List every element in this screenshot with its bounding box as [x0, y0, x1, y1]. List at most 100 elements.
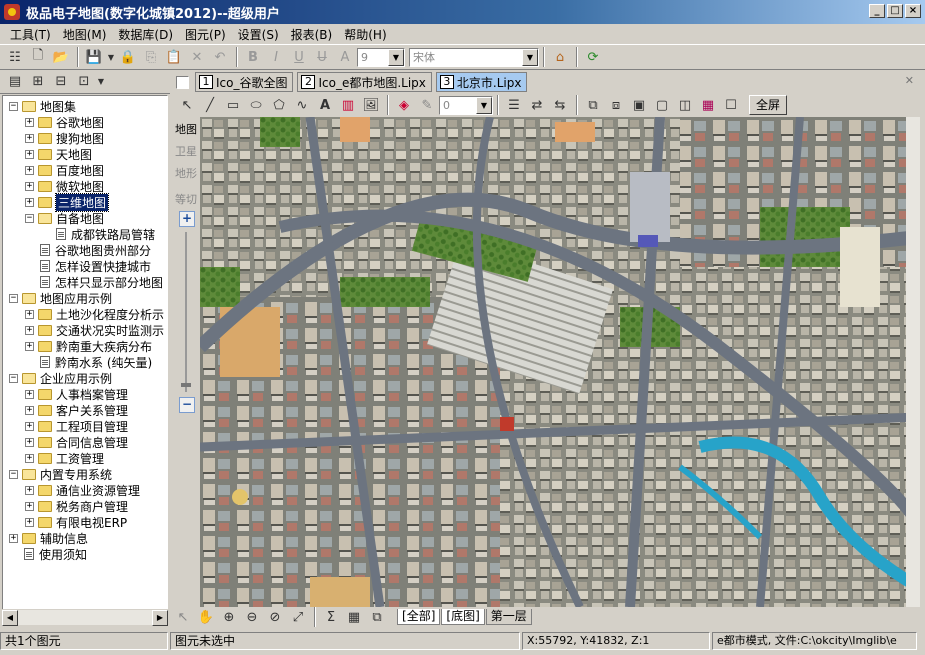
scroll-right-icon[interactable]: ▶ — [152, 610, 168, 626]
zoom-out-icon[interactable]: − — [179, 397, 195, 413]
chevron-down-icon[interactable]: ▼ — [522, 48, 538, 66]
tree-node[interactable]: + 通信业资源管理 — [25, 482, 140, 498]
tree-node[interactable]: + 辅助信息 — [9, 530, 88, 546]
expand-icon[interactable]: + — [25, 133, 34, 143]
sheet-tab-all[interactable]: [全部] — [397, 609, 441, 625]
expand-icon[interactable]: + — [25, 325, 34, 335]
ellipse-tool-icon[interactable]: ⬭ — [245, 94, 267, 116]
strikethrough-icon[interactable]: U — [311, 46, 333, 68]
side-tab-contour[interactable]: 等切 — [174, 191, 198, 207]
close-button[interactable]: × — [905, 4, 921, 18]
expand-icon[interactable]: + — [25, 421, 34, 431]
expand-icon[interactable]: + — [25, 149, 34, 159]
select-arrow-icon[interactable]: ↖ — [172, 606, 194, 628]
tree-horizontal-scrollbar[interactable]: ◀ ▶ — [2, 609, 168, 626]
tree-node[interactable]: 成都铁路局管辖 — [41, 226, 155, 242]
collapse-icon[interactable]: − — [25, 213, 34, 223]
expand-icon[interactable]: + — [25, 341, 34, 351]
tab-ecity-map[interactable]: 2 Ico_e都市地图.Lipx — [297, 72, 432, 92]
underline-icon[interactable]: U — [288, 46, 310, 68]
expand-icon[interactable]: + — [25, 117, 34, 127]
font-name-select[interactable]: 宋体 ▼ — [409, 47, 539, 67]
checkbox-icon[interactable]: ☐ — [720, 94, 742, 116]
tab-checkbox[interactable] — [176, 75, 189, 89]
expand-icon[interactable]: + — [25, 405, 34, 415]
chevron-down-icon[interactable]: ▼ — [388, 48, 404, 66]
open-folder-icon[interactable]: 📂 — [50, 46, 72, 68]
zoom-extent-icon[interactable]: ⊘ — [264, 606, 286, 628]
save-icon[interactable]: 💾 — [83, 46, 105, 68]
expand-icon[interactable]: + — [25, 437, 34, 447]
menu-report[interactable]: 报表(B) — [285, 26, 339, 43]
tree-node[interactable]: − 自备地图 — [25, 210, 104, 226]
tree-node[interactable]: − 地图应用示例 — [9, 290, 112, 306]
tree-node[interactable]: + 谷歌地图 — [25, 114, 104, 130]
home-icon[interactable]: ⌂ — [549, 46, 571, 68]
tree-node[interactable]: 怎样只显示部分地图 — [25, 274, 163, 290]
tree-node[interactable]: 黔南水系 (纯矢量) — [25, 354, 152, 370]
tree-node[interactable]: + 搜狗地图 — [25, 130, 104, 146]
dropdown-arrow-icon[interactable]: ▼ — [96, 71, 106, 93]
tree-node[interactable]: + 黔南重大疾病分布 — [25, 338, 152, 354]
tree-node[interactable]: 谷歌地图贵州部分 — [25, 242, 151, 258]
palette-icon[interactable]: ▦ — [697, 94, 719, 116]
tab-google-map[interactable]: 1 Ico_谷歌全图 — [195, 72, 294, 92]
collapse-icon[interactable]: − — [9, 101, 18, 111]
align-icon[interactable]: ⇄ — [526, 94, 548, 116]
tree-node[interactable]: + 客户关系管理 — [25, 402, 128, 418]
menu-element[interactable]: 图元(P) — [179, 26, 232, 43]
side-tab-satellite[interactable]: 卫星 — [174, 143, 198, 159]
zoom-in-tool-icon[interactable]: ⊕ — [218, 606, 240, 628]
delete-icon[interactable]: ✕ — [186, 46, 208, 68]
chevron-down-icon[interactable]: ▼ — [476, 96, 492, 114]
sheet-tab-layer1[interactable]: 第一层 — [485, 609, 532, 625]
tree-options-icon[interactable]: ⊡ — [73, 71, 95, 93]
statistics-icon[interactable]: ▦ — [343, 606, 365, 628]
image-tool-icon[interactable]: 🖼 — [360, 94, 382, 116]
expand-tree-icon[interactable]: ⊞ — [27, 71, 49, 93]
chart-tool-icon[interactable]: ▥ — [337, 94, 359, 116]
dropdown-arrow-icon[interactable]: ▼ — [106, 46, 116, 68]
windows-icon[interactable]: ⧉ — [366, 606, 388, 628]
tree-node[interactable]: + 税务商户管理 — [25, 498, 128, 514]
tree-node[interactable]: + 土地沙化程度分析示 — [25, 306, 164, 322]
expand-icon[interactable]: + — [25, 309, 34, 319]
layer-icon[interactable]: ▤ — [4, 71, 26, 93]
fill-color-icon[interactable]: ◈ — [393, 94, 415, 116]
tree-node[interactable]: − 地图集 — [9, 98, 76, 114]
expand-icon[interactable]: + — [25, 501, 34, 511]
tree-node[interactable]: + 工资管理 — [25, 450, 104, 466]
pen-color-icon[interactable]: ✎ — [416, 94, 438, 116]
menu-help[interactable]: 帮助(H) — [338, 26, 392, 43]
refresh-icon[interactable]: ⟳ — [582, 46, 604, 68]
expand-icon[interactable]: + — [25, 389, 34, 399]
zoom-track[interactable] — [185, 232, 187, 392]
pointer-icon[interactable]: ↖ — [176, 94, 198, 116]
sheet-tab-base[interactable]: [底图] — [441, 609, 485, 625]
side-tab-map[interactable]: 地图 — [174, 121, 198, 137]
line-tool-icon[interactable]: ╱ — [199, 94, 221, 116]
menu-settings[interactable]: 设置(S) — [232, 26, 285, 43]
line-style-icon[interactable]: ☰ — [503, 94, 525, 116]
collapse-icon[interactable]: − — [9, 469, 18, 479]
pan-hand-icon[interactable]: ✋ — [195, 606, 217, 628]
tree-node[interactable]: 怎样设置快捷城市 — [25, 258, 151, 274]
map-vertical-scrollbar[interactable] — [906, 117, 920, 607]
close-tab-icon[interactable]: ✕ — [905, 74, 914, 87]
copy-icon[interactable]: ⎘ — [140, 46, 162, 68]
send-back-icon[interactable]: ▢ — [651, 94, 673, 116]
layer-down-icon[interactable]: ⧈ — [605, 94, 627, 116]
zoom-out-tool-icon[interactable]: ⊖ — [241, 606, 263, 628]
expand-icon[interactable]: + — [9, 533, 18, 543]
tree-view-icon[interactable]: ☷ — [4, 46, 26, 68]
distribute-icon[interactable]: ⇆ — [549, 94, 571, 116]
tree-node[interactable]: + 百度地图 — [25, 162, 104, 178]
tree-node[interactable]: + 微软地图 — [25, 178, 104, 194]
expand-icon[interactable]: + — [25, 517, 34, 527]
lock-icon[interactable]: 🔒 — [117, 46, 139, 68]
curve-tool-icon[interactable]: ∿ — [291, 94, 313, 116]
expand-icon[interactable]: + — [25, 485, 34, 495]
map-canvas[interactable] — [200, 117, 918, 607]
collapse-icon[interactable]: − — [9, 293, 18, 303]
tree-node[interactable]: + 天地图 — [25, 146, 92, 162]
